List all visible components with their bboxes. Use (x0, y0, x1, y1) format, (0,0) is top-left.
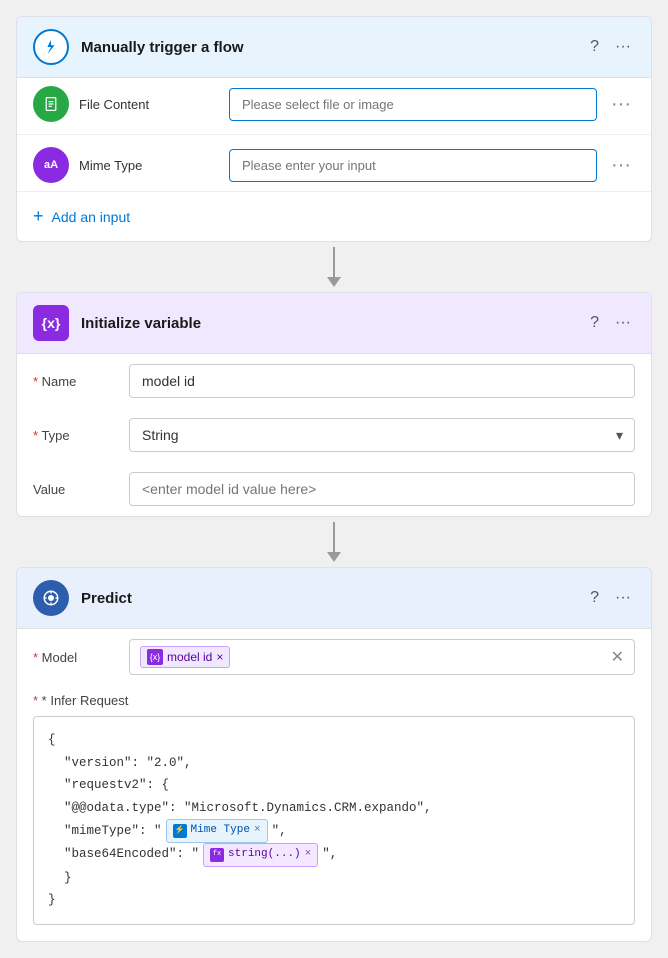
value-row: Value (17, 462, 651, 516)
file-content-more[interactable]: ··· (607, 93, 635, 116)
model-chip-close-icon[interactable]: × (216, 650, 223, 664)
model-clear-icon[interactable]: ✕ (611, 647, 624, 667)
string-chip-close-icon[interactable]: × (305, 845, 312, 865)
divider-1 (17, 134, 651, 135)
predict-more-icon[interactable]: ··· (611, 585, 635, 611)
arrow-line-1 (333, 247, 335, 277)
mime-chip-icon: ⚡ (173, 824, 187, 838)
type-label: Type (33, 428, 113, 443)
variable-icon: {x} (33, 305, 69, 341)
json-line-5: "mimeType": " ⚡ Mime Type × ", (48, 819, 620, 843)
name-input[interactable] (129, 364, 635, 398)
trigger-title: Manually trigger a flow (81, 39, 574, 56)
json-box[interactable]: { "version": "2.0", "requestv2": { "@@od… (33, 716, 635, 925)
string-chip[interactable]: fx string(...) × (203, 843, 318, 867)
mime-type-label: Mime Type (79, 158, 219, 173)
json-line-6: "base64Encoded": " fx string(...) × ", (48, 843, 620, 867)
trigger-actions: ? ··· (586, 34, 635, 60)
variable-card: {x} Initialize variable ? ··· Name Type … (16, 292, 652, 517)
predict-header: Predict ? ··· (17, 568, 651, 629)
infer-section: * Infer Request { "version": "2.0", "req… (17, 685, 651, 941)
predict-icon (33, 580, 69, 616)
arrow-down-2 (327, 522, 341, 562)
model-chip-icon: {x} (147, 649, 163, 665)
variable-header: {x} Initialize variable ? ··· (17, 293, 651, 354)
predict-title: Predict (81, 590, 574, 607)
predict-actions: ? ··· (586, 585, 635, 611)
arrow-down-1 (327, 247, 341, 287)
string-chip-icon: fx (210, 848, 224, 862)
mime-type-more[interactable]: ··· (607, 154, 635, 177)
plus-icon: + (33, 206, 44, 227)
trigger-more-icon[interactable]: ··· (611, 34, 635, 60)
infer-label: * Infer Request (33, 693, 635, 708)
variable-actions: ? ··· (586, 310, 635, 336)
json-line-2: "version": "2.0", (48, 752, 620, 775)
model-row: Model {x} model id × ✕ (17, 629, 651, 685)
trigger-icon (33, 29, 69, 65)
name-row: Name (17, 354, 651, 408)
arrow-head-1 (327, 277, 341, 287)
model-chip-text: model id (167, 650, 212, 664)
file-content-row: File Content ··· (17, 78, 651, 130)
string-chip-label: string(...) (228, 845, 301, 865)
mime-type-icon: aA (33, 147, 69, 183)
add-input-label: Add an input (52, 209, 131, 225)
mime-chip-label: Mime Type (191, 821, 250, 841)
type-select-wrapper: String Integer Float Boolean Object Arra… (129, 418, 635, 452)
trigger-help-icon[interactable]: ? (586, 34, 603, 60)
value-label: Value (33, 482, 113, 497)
file-content-icon (33, 86, 69, 122)
connector-1 (16, 242, 652, 292)
json-line-3: "requestv2": { (48, 774, 620, 797)
arrow-line-2 (333, 522, 335, 552)
json-line-7: } (48, 867, 620, 890)
file-content-label: File Content (79, 97, 219, 112)
variable-title: Initialize variable (81, 315, 574, 332)
mime-type-input[interactable] (229, 149, 597, 182)
add-input-button[interactable]: + Add an input (17, 191, 651, 241)
json-line-4: "@@odata.type": "Microsoft.Dynamics.CRM.… (48, 797, 620, 820)
trigger-card: Manually trigger a flow ? ··· File Conte… (16, 16, 652, 242)
mime-type-row: aA Mime Type ··· (17, 139, 651, 191)
trigger-header: Manually trigger a flow ? ··· (17, 17, 651, 78)
mime-chip-close-icon[interactable]: × (254, 821, 261, 841)
arrow-head-2 (327, 552, 341, 562)
variable-more-icon[interactable]: ··· (611, 310, 635, 336)
mime-type-chip[interactable]: ⚡ Mime Type × (166, 819, 268, 843)
file-content-input[interactable] (229, 88, 597, 121)
model-input-box[interactable]: {x} model id × ✕ (129, 639, 635, 675)
predict-help-icon[interactable]: ? (586, 585, 603, 611)
type-select[interactable]: String Integer Float Boolean Object Arra… (129, 418, 635, 452)
value-input[interactable] (129, 472, 635, 506)
model-chip: {x} model id × (140, 646, 230, 668)
predict-card: Predict ? ··· Model {x} model id × ✕ * I… (16, 567, 652, 942)
json-line-1: { (48, 729, 620, 752)
type-row: Type String Integer Float Boolean Object… (17, 408, 651, 462)
model-label: Model (33, 650, 113, 665)
name-label: Name (33, 374, 113, 389)
variable-help-icon[interactable]: ? (586, 310, 603, 336)
connector-2 (16, 517, 652, 567)
json-line-8: } (48, 889, 620, 912)
